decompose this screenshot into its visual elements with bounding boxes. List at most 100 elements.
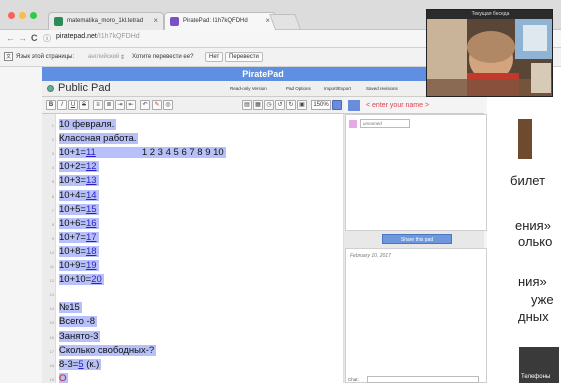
editor-line[interactable]: 10+10=20 xyxy=(59,274,104,286)
numbered-list-icon[interactable]: ≣ xyxy=(104,100,114,110)
indent-icon[interactable]: ⇥ xyxy=(115,100,125,110)
highlighted-text: 10+5=15 xyxy=(59,203,99,215)
no-button[interactable]: Нет xyxy=(205,52,224,62)
redo-icon[interactable]: ↻ xyxy=(286,100,296,110)
export-icon[interactable]: ▦ xyxy=(253,100,263,110)
highlighted-text: 10+1=11 1 2 3 4 5 6 7 8 9 10 xyxy=(59,147,226,159)
reload-icon[interactable]: C xyxy=(31,33,38,43)
unnamed-user-field[interactable]: unnamed xyxy=(360,119,410,128)
editor-line[interactable]: Классная работа. xyxy=(59,133,139,145)
back-icon[interactable]: ← xyxy=(6,33,15,43)
video-call-overlay[interactable]: Текущая беседа xyxy=(426,9,553,97)
saved-revisions-link[interactable]: Saved revisions xyxy=(366,86,398,91)
answer-text: 13 xyxy=(85,175,97,187)
editor-line[interactable]: 10+2=12 xyxy=(59,161,99,173)
zoom-dropdown-icon[interactable] xyxy=(332,100,342,110)
screen: matematika_moro_1kl.tetrad × PiratePad: … xyxy=(0,0,561,383)
editor-line[interactable]: 10+6=16 xyxy=(59,217,99,230)
color-icon[interactable]: ◎ xyxy=(163,100,173,110)
suffix-text: (к.) xyxy=(83,358,100,370)
bg-text-line: билет xyxy=(510,173,546,188)
tab-piratepad[interactable]: PiratePad: I1h7kQFDHd × xyxy=(164,12,276,30)
italic-button[interactable]: I xyxy=(57,100,67,110)
new-tab-button[interactable] xyxy=(269,14,301,29)
chat-input-bar: Chat: xyxy=(345,376,487,383)
url-path: /I1h7kQFDHd xyxy=(96,33,140,40)
sheet-icon xyxy=(54,17,63,26)
video-title: Текущая беседа xyxy=(427,10,552,19)
editor-line[interactable]: 10 февраля. xyxy=(59,119,117,131)
line-number: 5 xyxy=(51,179,54,185)
forward-icon[interactable]: → xyxy=(18,33,27,43)
timeslider-icon[interactable]: ◷ xyxy=(264,100,274,110)
editor-line[interactable]: №15 xyxy=(59,302,82,314)
clear-authorship-icon[interactable]: ✎ xyxy=(152,100,162,110)
editor-line[interactable]: 10+7=17 xyxy=(59,231,99,244)
line-text: Сколько свободных-? xyxy=(59,344,157,356)
translate-language-select[interactable]: английский xyxy=(88,54,119,60)
import-icon[interactable]: ▤ xyxy=(242,100,252,110)
expression-text: 10+9= xyxy=(59,260,86,271)
bg-text-line: ния» xyxy=(518,274,547,289)
editor-line[interactable]: 10+4=14 xyxy=(59,189,99,202)
highlighted-text: 10+4=14 xyxy=(59,189,99,201)
name-input[interactable]: < enter your name > xyxy=(366,102,429,109)
read-only-link[interactable]: Read-only Version xyxy=(230,86,267,91)
editor-line[interactable]: Всего -8 xyxy=(59,316,97,328)
line-number: 19 xyxy=(49,376,54,382)
undo-icon[interactable]: ↶ xyxy=(140,100,150,110)
save-icon[interactable]: ▣ xyxy=(297,100,307,110)
highlighted-text: 10+8=18 xyxy=(59,245,99,257)
translate-prompt: Язык этой страницы: xyxy=(16,54,75,60)
tab-matematika[interactable]: matematika_moro_1kl.tetrad × xyxy=(48,12,164,30)
chevron-updown-icon[interactable]: ⇕ xyxy=(120,54,125,61)
close-tab-icon[interactable]: × xyxy=(153,16,158,25)
editor-line[interactable]: 10+8=18 xyxy=(59,245,99,258)
pad-editor[interactable]: 1 10 февраля. 2 Классная работа. 3 10+1=11 1 2… xyxy=(42,114,344,383)
footer-image: Телефоны xyxy=(519,347,559,383)
background-page: билет ения» олько ния» уже дных Телефоны xyxy=(487,67,561,383)
editor-line[interactable]: Занято-3 xyxy=(59,330,101,343)
line-number: 13 xyxy=(49,292,54,298)
editor-toolbar: B I U S ≡ ≣ ⇥ ⇤ ↶ ✎ ◎ ▤ ▦ ◷ ↺ ↻ ▣ 150% xyxy=(42,97,344,114)
url-field[interactable]: piratepad.net/I1h7kQFDHd xyxy=(56,33,140,40)
bg-text-line: дных xyxy=(518,309,549,324)
translate-button[interactable]: Перевести xyxy=(225,52,263,62)
minimize-window-button[interactable] xyxy=(19,12,26,19)
line-text: №15 xyxy=(59,302,82,314)
pad-options-link[interactable]: Pad Options xyxy=(286,86,311,91)
bullet-list-icon[interactable]: ≡ xyxy=(93,100,103,110)
underline-button[interactable]: U xyxy=(68,100,78,110)
expression-text: 10+2= xyxy=(59,161,86,173)
close-window-button[interactable] xyxy=(8,12,15,19)
editor-line[interactable]: 8-3=5 (к.) xyxy=(59,358,102,371)
import-export-link[interactable]: Import/Export xyxy=(324,86,351,91)
zoom-select[interactable]: 150% xyxy=(311,100,331,110)
expression-text: 10+8= xyxy=(59,245,86,257)
line-number: 11 xyxy=(49,264,54,269)
editor-line[interactable]: Сколько свободных-? xyxy=(59,344,157,357)
highlighted-text: 8-3=5 (к.) xyxy=(59,358,102,370)
maximize-window-button[interactable] xyxy=(30,12,37,19)
editor-line[interactable]: 10+9=19 xyxy=(59,260,99,272)
close-tab-icon[interactable]: × xyxy=(265,16,270,25)
info-icon[interactable]: ⓘ xyxy=(43,33,51,44)
editor-line[interactable]: 10+3=13 xyxy=(59,175,99,187)
chat-input[interactable] xyxy=(367,376,479,383)
chat-area: February 10, 2017 xyxy=(345,248,487,383)
video-frame-image xyxy=(427,19,552,96)
outdent-icon[interactable]: ⇤ xyxy=(126,100,136,110)
footer-label: Телефоны xyxy=(521,374,551,380)
pad-status-icon xyxy=(47,85,54,92)
highlighted-text: 10+10=20 xyxy=(59,274,104,286)
share-pad-button[interactable]: Share this pad xyxy=(382,234,452,244)
bold-button[interactable]: B xyxy=(46,100,56,110)
user-color-swatch[interactable] xyxy=(348,100,360,111)
editor-line[interactable]: 10+5=15 xyxy=(59,203,99,216)
number-sequence: 1 2 3 4 5 6 7 8 9 10 xyxy=(141,147,224,159)
editor-line[interactable]: 10+1=11 1 2 3 4 5 6 7 8 9 10 xyxy=(59,147,226,159)
line-number: 6 xyxy=(51,193,54,199)
editor-line[interactable]: О xyxy=(59,372,69,383)
undo2-icon[interactable]: ↺ xyxy=(275,100,285,110)
strikethrough-button[interactable]: S xyxy=(79,100,89,110)
